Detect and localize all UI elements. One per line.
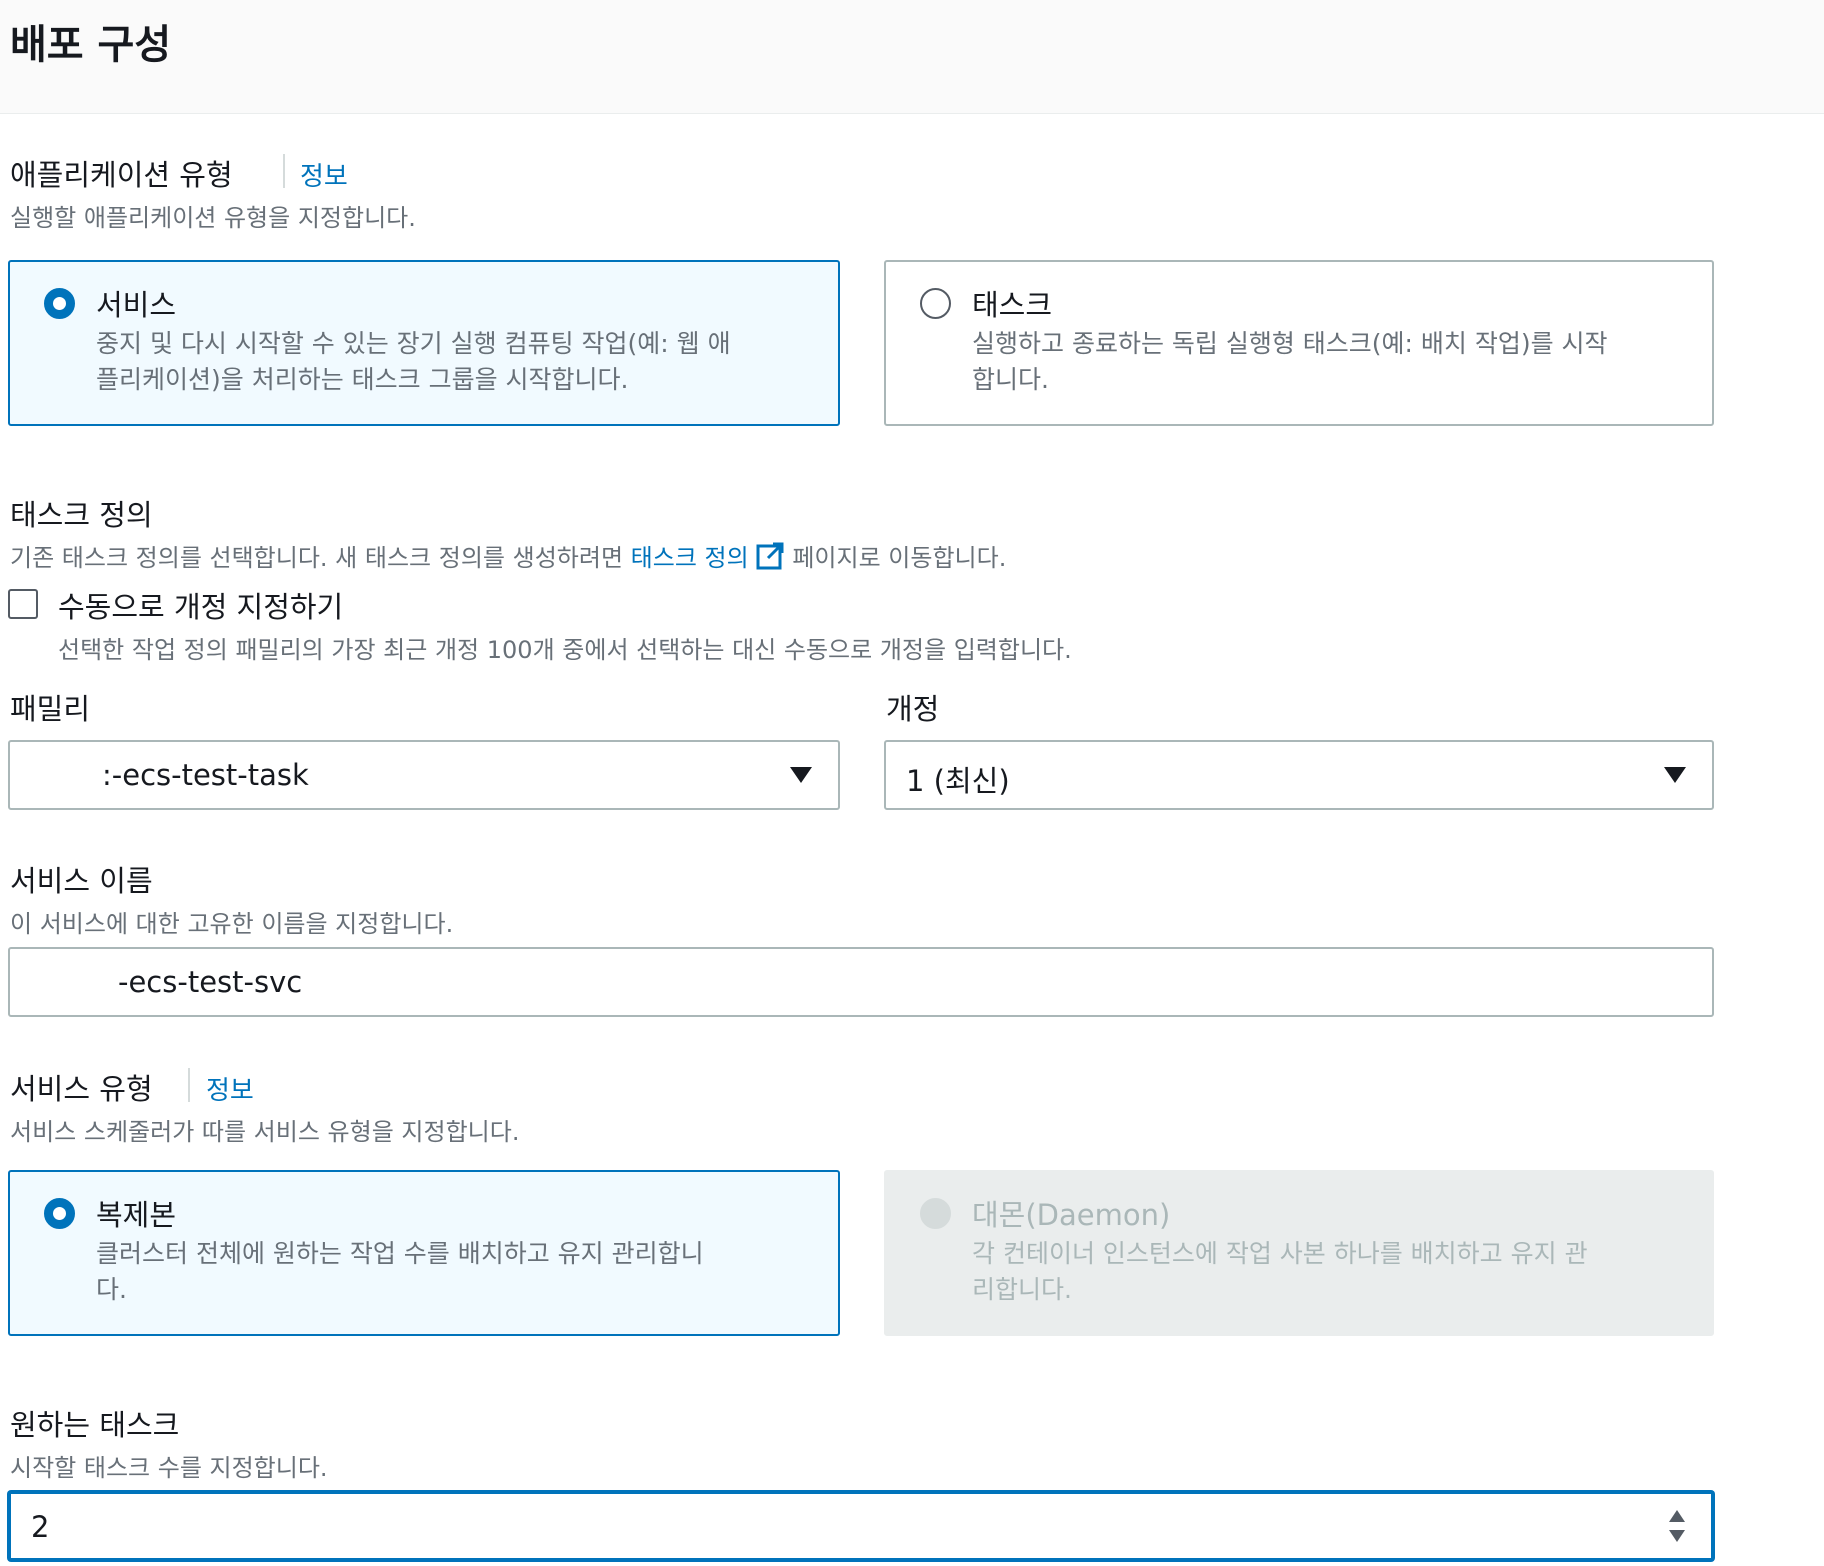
radio-task[interactable] bbox=[920, 288, 951, 319]
service-type-option-replica[interactable]: 복제본 클러스터 전체에 원하는 작업 수를 배치하고 유지 관리합니 다. bbox=[8, 1170, 840, 1336]
stepper-down-icon[interactable] bbox=[1669, 1530, 1685, 1542]
option-description: 각 컨테이너 인스턴스에 작업 사본 하나를 배치하고 유지 관 리합니다. bbox=[972, 1236, 1588, 1308]
description-text: 기존 태스크 정의를 선택합니다. 새 태스크 정의를 생성하려면 bbox=[10, 544, 624, 572]
description-text: 페이지로 이동합니다. bbox=[792, 544, 1007, 572]
family-select[interactable]: :-ecs-test-task bbox=[8, 740, 840, 810]
manual-revision-checkbox[interactable] bbox=[8, 589, 38, 619]
application-type-description: 실행할 애플리케이션 유형을 지정합니다. bbox=[10, 204, 416, 232]
application-type-option-task[interactable]: 태스크 실행하고 종료하는 독립 실행형 태스크(예: 배치 작업)를 시작 합… bbox=[884, 260, 1714, 426]
label-divider bbox=[188, 1068, 190, 1102]
application-type-info-link[interactable]: 정보 bbox=[300, 156, 348, 193]
service-name-label: 서비스 이름 bbox=[10, 864, 153, 898]
option-description-line: 중지 및 다시 시작할 수 있는 장기 실행 컴퓨팅 작업(예: 웹 애 bbox=[96, 329, 731, 358]
option-description-line: 리합니다. bbox=[972, 1275, 1072, 1304]
option-description-line: 실행하고 종료하는 독립 실행형 태스크(예: 배치 작업)를 시작 bbox=[972, 329, 1608, 358]
service-type-info-link[interactable]: 정보 bbox=[206, 1070, 254, 1107]
service-type-option-daemon: 대몬(Daemon) 각 컨테이너 인스턴스에 작업 사본 하나를 배치하고 유… bbox=[884, 1170, 1714, 1336]
option-description-line: 클러스터 전체에 원하는 작업 수를 배치하고 유지 관리합니 bbox=[96, 1239, 704, 1268]
service-type-label: 서비스 유형 bbox=[10, 1072, 153, 1106]
desired-tasks-description: 시작할 태스크 수를 지정합니다. bbox=[10, 1454, 328, 1482]
external-link-icon[interactable] bbox=[755, 541, 785, 577]
option-description-line: 각 컨테이너 인스턴스에 작업 사본 하나를 배치하고 유지 관 bbox=[972, 1239, 1588, 1268]
family-label: 패밀리 bbox=[10, 692, 91, 726]
option-description-line: 합니다. bbox=[972, 365, 1049, 394]
radio-replica[interactable] bbox=[44, 1198, 75, 1229]
option-title: 서비스 bbox=[96, 288, 177, 322]
manual-revision-label[interactable]: 수동으로 개정 지정하기 bbox=[58, 584, 343, 626]
manual-revision-description: 선택한 작업 정의 패밀리의 가장 최근 개정 100개 중에서 선택하는 대신… bbox=[58, 636, 1072, 664]
option-title: 대몬(Daemon) bbox=[972, 1198, 1171, 1232]
radio-service[interactable] bbox=[44, 288, 75, 319]
option-description: 클러스터 전체에 원하는 작업 수를 배치하고 유지 관리합니 다. bbox=[96, 1236, 704, 1308]
service-name-input[interactable]: -ecs-test-svc bbox=[8, 947, 1714, 1017]
desired-tasks-input[interactable]: 2 bbox=[8, 1491, 1714, 1561]
caret-down-icon bbox=[790, 767, 812, 783]
family-value: :-ecs-test-task bbox=[102, 758, 309, 792]
option-description-line: 플리케이션)을 처리하는 태스크 그룹을 시작합니다. bbox=[96, 365, 629, 394]
application-type-option-service[interactable]: 서비스 중지 및 다시 시작할 수 있는 장기 실행 컴퓨팅 작업(예: 웹 애… bbox=[8, 260, 840, 426]
option-title: 복제본 bbox=[96, 1198, 177, 1232]
desired-tasks-label: 원하는 태스크 bbox=[10, 1408, 180, 1442]
revision-select[interactable]: 1 (최신) bbox=[884, 740, 1714, 810]
label-divider bbox=[283, 154, 285, 188]
option-description-line: 다. bbox=[96, 1275, 127, 1304]
page-title: 배포 구성 bbox=[10, 22, 172, 68]
task-definition-link[interactable]: 태스크 정의 bbox=[631, 544, 749, 572]
stepper-up-icon[interactable] bbox=[1669, 1510, 1685, 1522]
option-description: 실행하고 종료하는 독립 실행형 태스크(예: 배치 작업)를 시작 합니다. bbox=[972, 326, 1608, 398]
task-definition-label: 태스크 정의 bbox=[10, 498, 153, 532]
stepper-icon[interactable] bbox=[1665, 1508, 1689, 1546]
service-name-description: 이 서비스에 대한 고유한 이름을 지정합니다. bbox=[10, 910, 454, 938]
page-header: 배포 구성 bbox=[0, 0, 1824, 114]
service-type-description: 서비스 스케줄러가 따를 서비스 유형을 지정합니다. bbox=[10, 1118, 520, 1146]
application-type-label: 애플리케이션 유형 bbox=[10, 158, 233, 192]
radio-daemon bbox=[920, 1198, 951, 1229]
service-name-value: -ecs-test-svc bbox=[118, 965, 303, 999]
option-title: 태스크 bbox=[972, 288, 1053, 322]
revision-label: 개정 bbox=[886, 692, 940, 726]
task-definition-description: 기존 태스크 정의를 선택합니다. 새 태스크 정의를 생성하려면 태스크 정의… bbox=[10, 538, 1006, 577]
option-description: 중지 및 다시 시작할 수 있는 장기 실행 컴퓨팅 작업(예: 웹 애 플리케… bbox=[96, 326, 731, 398]
desired-tasks-value: 2 bbox=[31, 1510, 50, 1544]
revision-value: 1 (최신) bbox=[906, 764, 1010, 798]
caret-down-icon bbox=[1664, 767, 1686, 783]
